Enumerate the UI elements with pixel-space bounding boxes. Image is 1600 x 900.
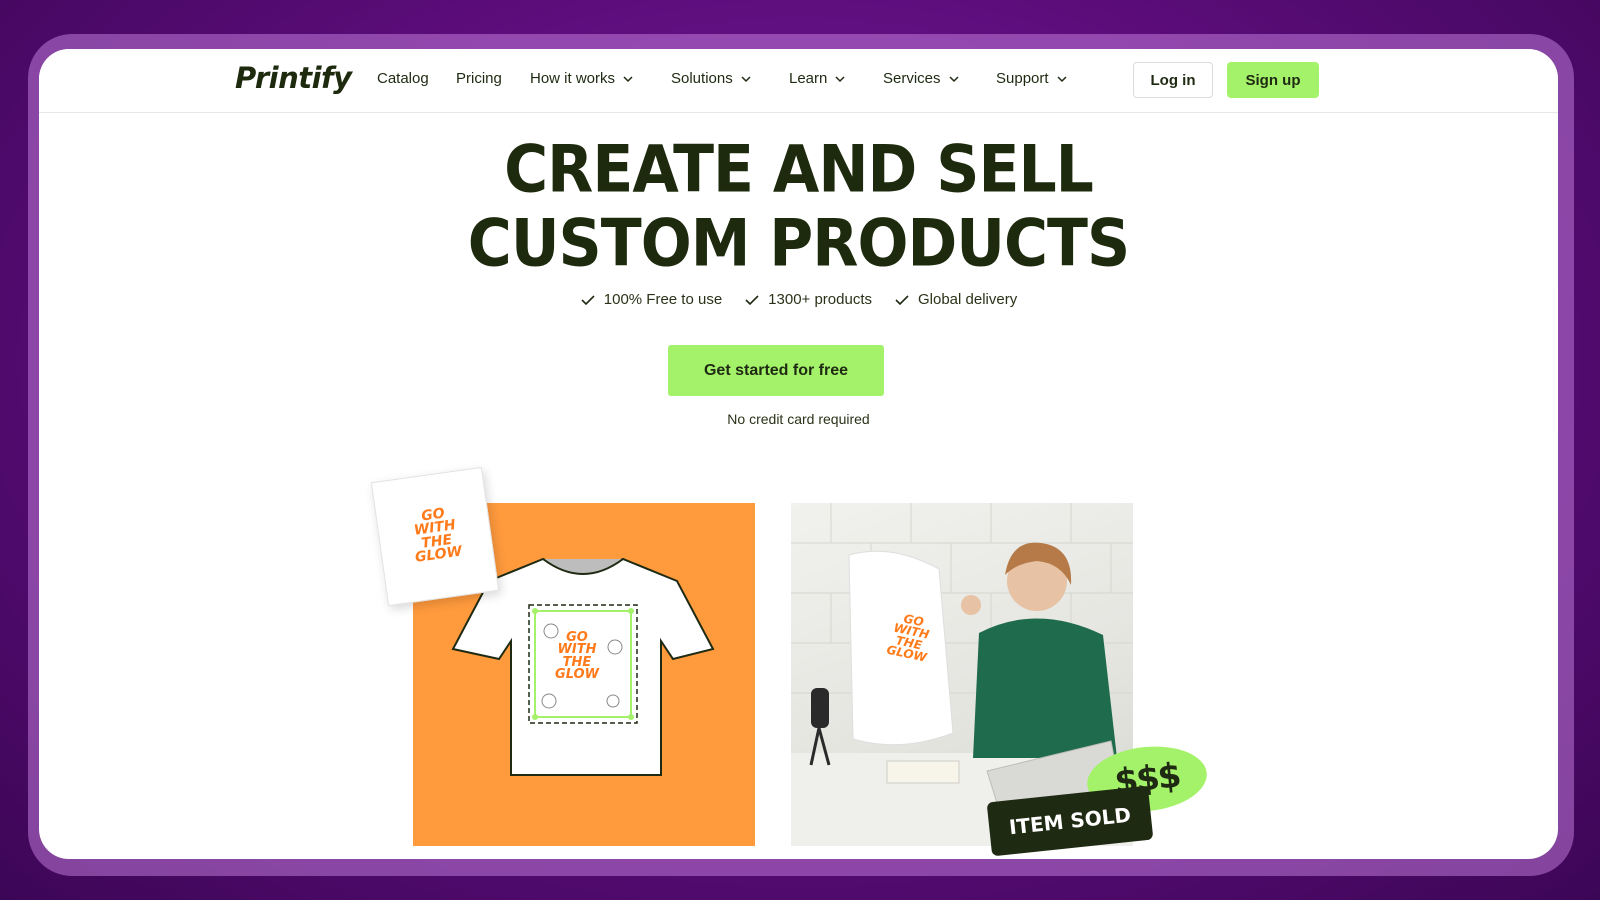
- feature-label: Global delivery: [918, 291, 1018, 308]
- feature-item: 1300+ products: [744, 291, 872, 308]
- nav-solutions[interactable]: Solutions: [671, 70, 753, 87]
- signup-button[interactable]: Sign up: [1227, 62, 1319, 98]
- check-icon: [895, 294, 909, 305]
- nav-support-label: Support: [996, 70, 1049, 87]
- no-credit-card-note: No credit card required: [727, 411, 870, 427]
- nav-learn-label: Learn: [789, 70, 828, 87]
- feature-label: 100% Free to use: [603, 291, 723, 308]
- nav-pricing-label: Pricing: [456, 70, 502, 87]
- hero-title-line-1: CREATE AND SELL: [504, 132, 1094, 208]
- feature-list: 100% Free to use 1300+ products Global d…: [39, 291, 1558, 308]
- login-button[interactable]: Log in: [1133, 62, 1213, 98]
- chevron-down-icon: [741, 75, 751, 82]
- nav-how-it-works-label: How it works: [530, 70, 616, 87]
- printify-logo[interactable]: Printify: [235, 61, 352, 95]
- nav-solutions-label: Solutions: [671, 70, 733, 87]
- get-started-button[interactable]: Get started for free: [668, 345, 884, 396]
- nav-pricing[interactable]: Pricing: [456, 70, 502, 87]
- chevron-down-icon: [949, 75, 959, 82]
- top-navbar: Printify Catalog Pricing How it works So…: [39, 49, 1558, 113]
- chevron-down-icon: [1057, 75, 1067, 82]
- nav-services-label: Services: [883, 70, 941, 87]
- nav-how-it-works[interactable]: How it works: [530, 70, 635, 87]
- hero-title-line-2: CUSTOM PRODUCTS: [467, 206, 1130, 282]
- chevron-down-icon: [835, 75, 845, 82]
- tshirt-design-text: GO WITH THE GLOW: [555, 630, 599, 683]
- nav-learn[interactable]: Learn: [789, 70, 847, 87]
- check-icon: [745, 294, 759, 305]
- nav-catalog[interactable]: Catalog: [377, 70, 429, 87]
- sticker-design-text: GO WITH THE GLOW: [412, 505, 464, 566]
- feature-label: 1300+ products: [768, 291, 872, 308]
- feature-item: Global delivery: [894, 291, 1017, 308]
- check-icon: [581, 294, 595, 305]
- browser-window: Printify Catalog Pricing How it works So…: [39, 49, 1558, 859]
- chevron-down-icon: [623, 75, 633, 82]
- nav-services[interactable]: Services: [883, 70, 961, 87]
- feature-item: 100% Free to use: [580, 291, 722, 308]
- nav-support[interactable]: Support: [996, 70, 1069, 87]
- design-sticker: GO WITH THE GLOW: [370, 466, 500, 607]
- nav-catalog-label: Catalog: [377, 70, 429, 87]
